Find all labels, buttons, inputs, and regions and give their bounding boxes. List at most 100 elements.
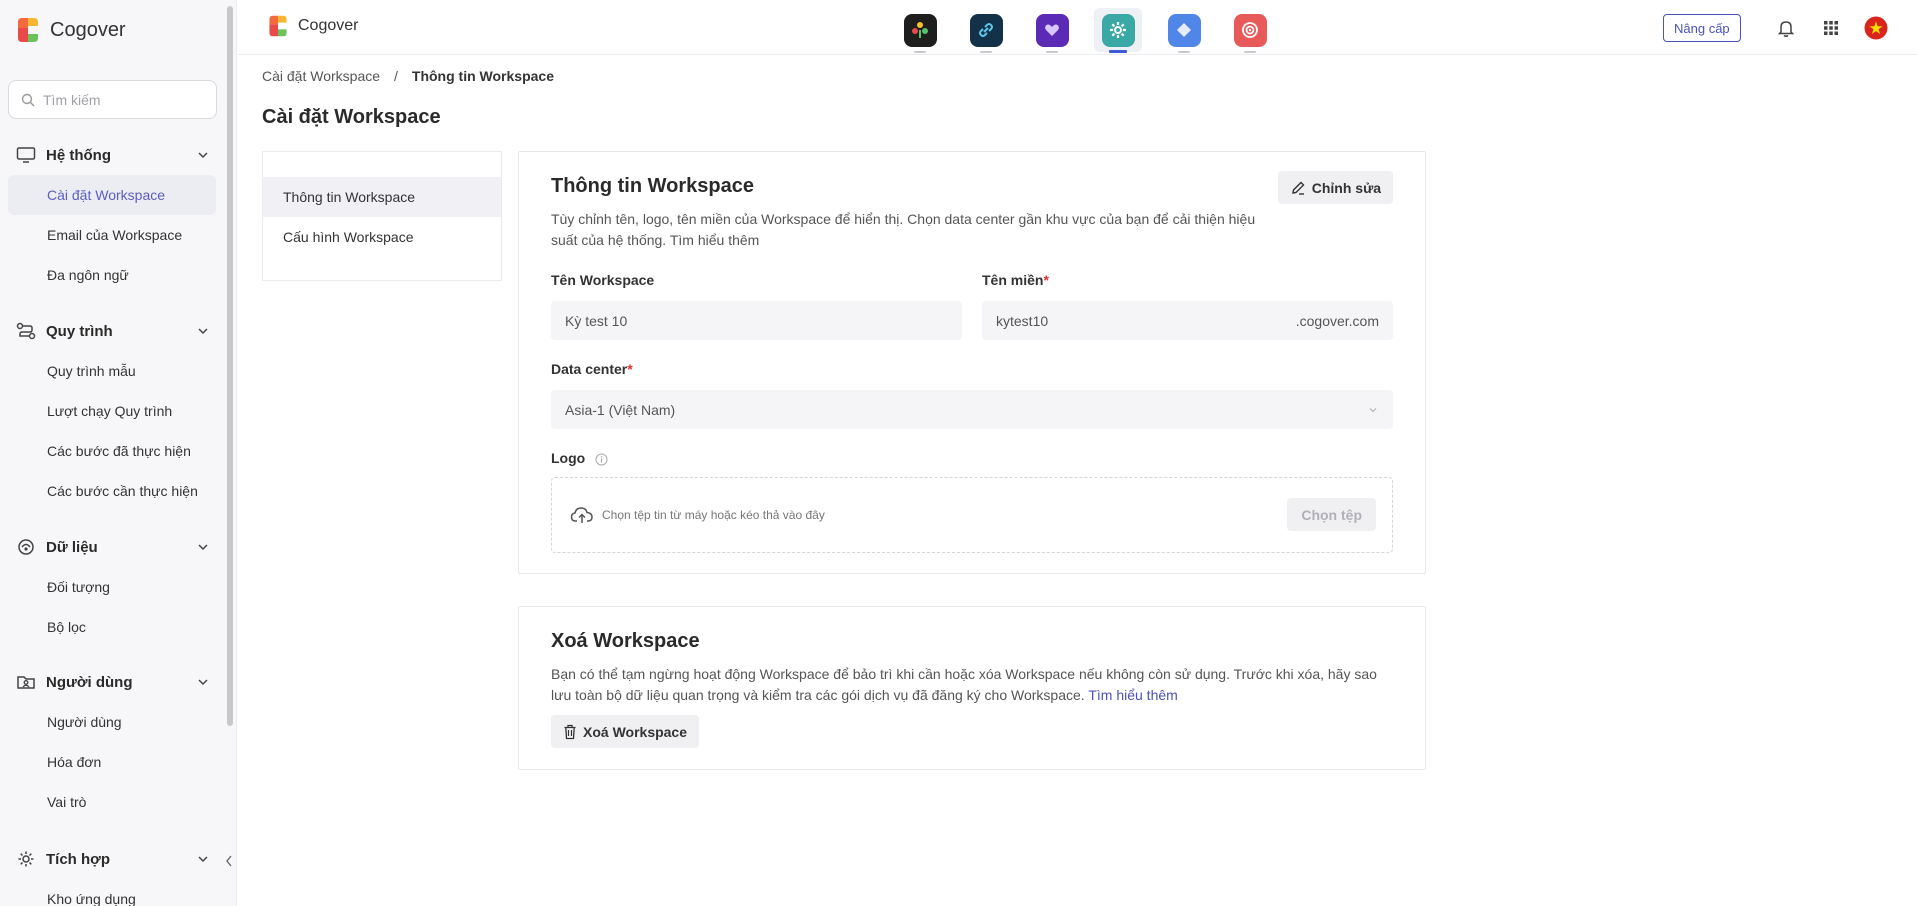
app-tab-2[interactable] (962, 8, 1010, 53)
gear-icon (1101, 13, 1135, 47)
link-app-icon (969, 13, 1003, 47)
desc-line-1: Tùy chỉnh tên, logo, tên miền của Worksp… (551, 211, 1256, 227)
app-tab-3[interactable] (1028, 8, 1076, 53)
workspace-name-field[interactable]: Kỳ test 10 (551, 301, 962, 340)
brand-name: Cogover (50, 18, 126, 41)
language-flag-button[interactable] (1864, 16, 1888, 40)
chevron-down-icon (1369, 407, 1377, 412)
dropzone-text: Chọn tệp tin từ máy hoặc kéo thả vào đây (602, 508, 825, 522)
edit-button[interactable]: Chỉnh sửa (1277, 171, 1393, 204)
data-center-select[interactable]: Asia-1 (Việt Nam) (551, 390, 1393, 429)
delete-card-description: Bạn có thể tạm ngừng hoạt động Workspace… (551, 664, 1377, 706)
chevron-left-icon (226, 855, 232, 867)
nav-group-header-system[interactable]: Hệ thống (0, 135, 224, 175)
upgrade-button[interactable]: Nâng cấp (1663, 14, 1741, 42)
domain-suffix: .cogover.com (1295, 312, 1379, 329)
subnav-item-workspace-info[interactable]: Thông tin Workspace (263, 177, 501, 217)
vietnam-flag-icon (1864, 16, 1888, 40)
sidebar-item-users[interactable]: Người dùng (0, 702, 224, 742)
settings-subnav: Thông tin Workspace Cấu hình Workspace (262, 151, 502, 281)
cogover-logo-icon (14, 16, 42, 44)
nav-group-header-workflow[interactable]: Quy trình (0, 311, 224, 351)
domain-label: Tên miền* (982, 272, 1049, 288)
integration-icon (18, 851, 34, 867)
app-switcher (896, 8, 1274, 53)
nav-group-header-integrations[interactable]: Tích hợp (0, 839, 224, 879)
bell-icon (1777, 21, 1795, 37)
sidebar-brand[interactable]: Cogover (14, 15, 126, 45)
search-input[interactable] (43, 91, 203, 108)
target-app-icon (1233, 13, 1267, 47)
workflow-icon (16, 322, 36, 340)
nav-group-label: Hệ thống (46, 146, 111, 164)
grid-icon (1824, 21, 1838, 35)
users-folder-icon (17, 676, 35, 689)
sidebar-item-filters[interactable]: Bộ lọc (0, 607, 224, 647)
nav-group-label: Dữ liệu (46, 538, 98, 556)
sidebar-item-multilanguage[interactable]: Đa ngôn ngữ (0, 255, 224, 295)
sidebar-scrollbar[interactable] (227, 6, 233, 726)
notifications-button[interactable] (1774, 16, 1798, 40)
sidebar-item-completed-steps[interactable]: Các bước đã thực hiện (0, 431, 224, 471)
app-tab-1[interactable] (896, 8, 944, 53)
nav-group-workflow: Quy trình Quy trình mẫu Lượt chạy Quy tr… (0, 311, 224, 511)
nav-group-system: Hệ thống Cài đặt Workspace Email của Wor… (0, 135, 224, 295)
sidebar-item-objects[interactable]: Đối tượng (0, 567, 224, 607)
sidebar-item-app-store[interactable]: Kho ứng dụng (0, 879, 224, 906)
nav-group-label: Quy trình (46, 322, 113, 340)
cloud-upload-icon (570, 507, 593, 523)
diamond-app-icon (1167, 13, 1201, 47)
apps-grid-button[interactable] (1819, 16, 1843, 40)
breadcrumb-parent[interactable]: Cài đặt Workspace (262, 68, 380, 84)
app-1-icon (903, 13, 937, 47)
delete-desc-line-1: Bạn có thể tạm ngừng hoạt động Workspace… (551, 666, 1377, 682)
card-title: Thông tin Workspace (551, 175, 754, 197)
nav-group-label: Người dùng (46, 673, 133, 691)
delete-button-label: Xoá Workspace (583, 723, 688, 740)
delete-workspace-button[interactable]: Xoá Workspace (551, 715, 700, 748)
app-tab-5[interactable] (1160, 8, 1208, 53)
chevron-down-icon[interactable] (196, 540, 210, 554)
chevron-down-icon[interactable] (196, 675, 210, 689)
card-description: Tùy chỉnh tên, logo, tên miền của Worksp… (551, 209, 1255, 251)
domain-field[interactable]: kytest10 .cogover.com (982, 301, 1393, 340)
domain-value: kytest10 (996, 312, 1049, 329)
sidebar-item-workspace-settings[interactable]: Cài đặt Workspace (8, 175, 216, 215)
nav-group-header-data[interactable]: Dữ liệu (0, 527, 224, 567)
trash-icon (564, 724, 576, 739)
nav-group-users: Người dùng Người dùng Hóa đơn Vai trò (0, 662, 224, 822)
topbar-brand[interactable]: Cogover (266, 14, 358, 38)
chevron-down-icon[interactable] (196, 324, 210, 338)
breadcrumb-current: Thông tin Workspace (411, 68, 554, 84)
breadcrumb-separator: / (394, 68, 398, 84)
sidebar-item-workflow-runs[interactable]: Lượt chạy Quy trình (0, 391, 224, 431)
page-title: Cài đặt Workspace (262, 106, 441, 128)
monitor-icon (16, 147, 36, 163)
name-label: Tên Workspace (551, 272, 655, 288)
sidebar-item-invoices[interactable]: Hóa đơn (0, 742, 224, 782)
chevron-down-icon[interactable] (196, 148, 210, 162)
pencil-icon (1291, 181, 1305, 195)
subnav-item-workspace-config[interactable]: Cấu hình Workspace (263, 217, 501, 257)
collapse-sidebar-button[interactable] (222, 852, 236, 870)
heart-app-icon (1035, 13, 1069, 47)
logo-dropzone[interactable]: Chọn tệp tin từ máy hoặc kéo thả vào đây… (551, 477, 1393, 553)
chevron-down-icon[interactable] (196, 852, 210, 866)
topbar: Cogover Nâng cấp (238, 0, 1917, 55)
app-tab-6[interactable] (1226, 8, 1274, 53)
sidebar-item-roles[interactable]: Vai trò (0, 782, 224, 822)
data-center-label: Data center* (551, 361, 633, 377)
learn-more-link[interactable]: Tìm hiểu thêm (1088, 687, 1177, 703)
delete-desc-line-2: lưu toàn bộ dữ liệu quan trọng và kiểm t… (551, 687, 1085, 703)
sidebar-item-workflow-templates[interactable]: Quy trình mẫu (0, 351, 224, 391)
search-icon (21, 93, 35, 106)
nav-group-header-users[interactable]: Người dùng (0, 662, 224, 702)
app-tab-settings[interactable] (1094, 8, 1142, 53)
sidebar-item-pending-steps[interactable]: Các bước cần thực hiện (0, 471, 224, 511)
delete-workspace-card: Xoá Workspace Bạn có thể tạm ngừng hoạt … (518, 606, 1426, 770)
choose-file-button[interactable]: Chọn tệp (1287, 498, 1376, 531)
edit-button-label: Chỉnh sửa (1311, 179, 1381, 196)
sidebar: Cogover Hệ thống Cài đặt Workspace Email… (0, 0, 237, 906)
sidebar-item-workspace-email[interactable]: Email của Workspace (0, 215, 224, 255)
sidebar-search[interactable] (8, 80, 217, 119)
